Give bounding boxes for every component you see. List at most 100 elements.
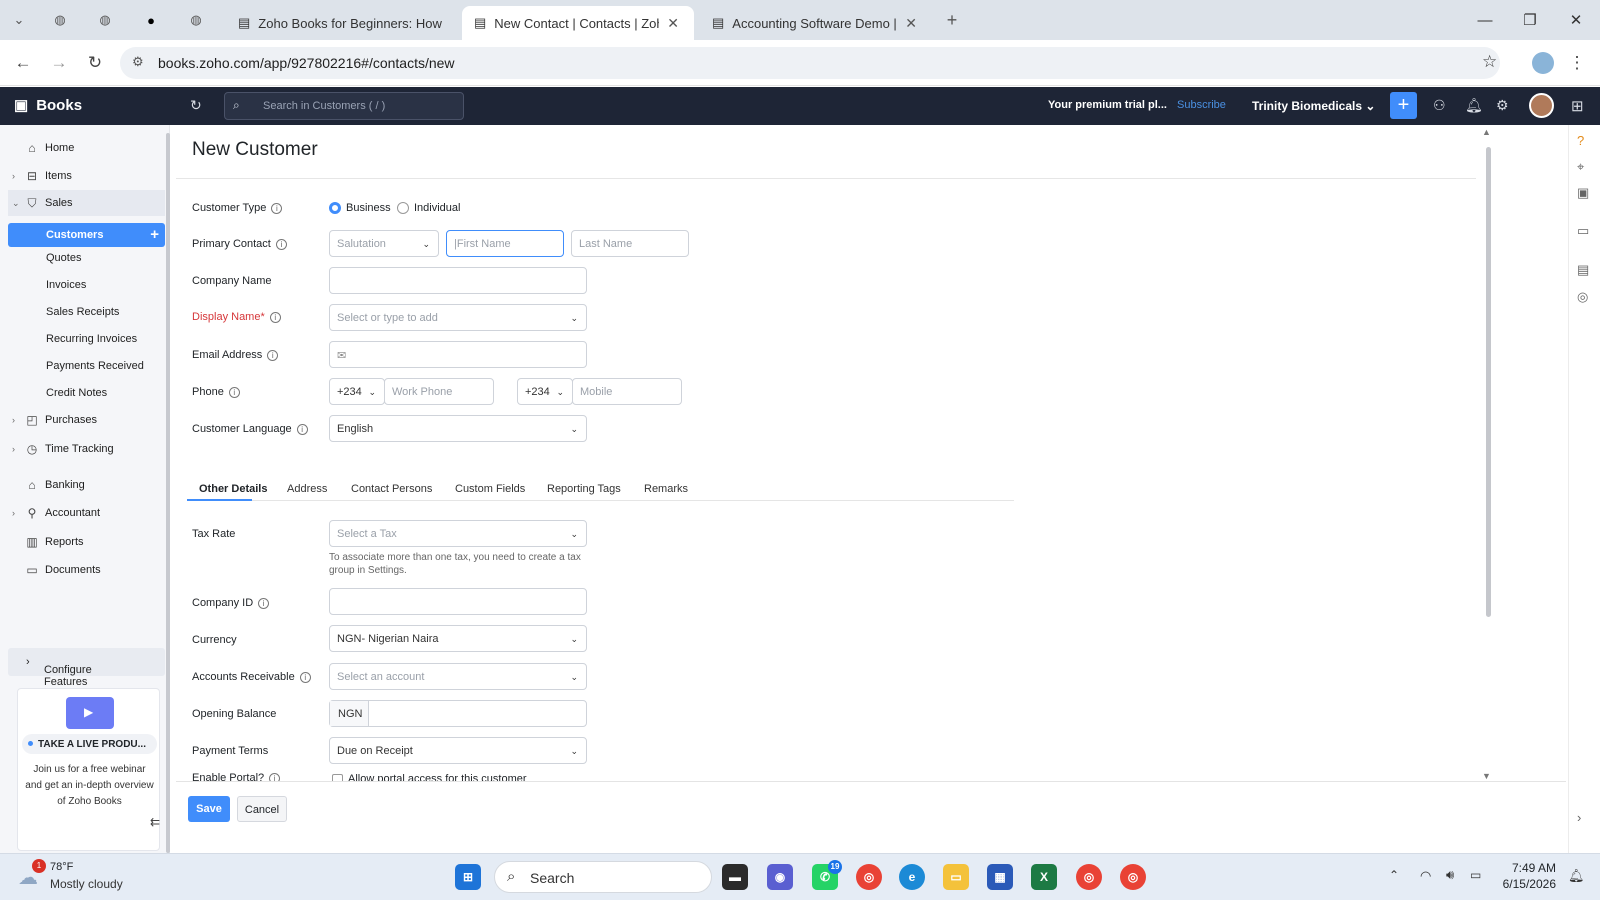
notification-bell-icon[interactable]: 🔔︎ <box>1568 868 1585 884</box>
pinned-tab-icon[interactable]: ● <box>141 10 161 30</box>
menu-icon[interactable]: ⋮ <box>1566 52 1588 74</box>
omnibox[interactable]: ⚙ books.zoho.com/app/927802216#/contacts… <box>120 47 1500 79</box>
sidebar-item-customers[interactable]: Customers + <box>8 223 165 247</box>
file-explorer-icon[interactable]: ▭ <box>943 864 969 890</box>
business-radio[interactable] <box>329 202 341 214</box>
display-name-select[interactable]: Select or type to add ⌄ <box>329 304 587 331</box>
configure-features-button[interactable]: Configure Features › <box>8 648 165 688</box>
sidebar-item-banking[interactable]: ⌂ Banking <box>0 472 165 498</box>
main-scrollbar[interactable] <box>1486 147 1491 617</box>
profile-avatar[interactable] <box>1532 52 1554 74</box>
tab-reporting-tags[interactable]: Reporting Tags <box>547 483 621 495</box>
mobile-input[interactable]: Mobile <box>572 378 682 405</box>
new-tab-icon[interactable]: + <box>942 10 962 30</box>
sidebar-item-accountant[interactable]: › ⚲ Accountant <box>0 500 165 526</box>
windows-start-icon[interactable]: ⊞ <box>455 864 481 890</box>
collapse-sidebar-icon[interactable]: ⇇ <box>150 815 160 829</box>
info-icon[interactable]: i <box>269 311 281 323</box>
pinned-tab-icon[interactable]: ◍ <box>50 10 70 30</box>
clock-time[interactable]: 7:49 AM <box>1504 861 1556 875</box>
pinned-tab-icon[interactable]: ◍ <box>186 10 206 30</box>
sidebar-scrollbar[interactable] <box>166 133 170 853</box>
chat-icon[interactable]: ▭ <box>1577 223 1589 239</box>
sidebar-item-purchases[interactable]: › ◰ Purchases <box>0 407 165 433</box>
weather-widget[interactable]: ☁ 1 <box>18 859 46 889</box>
bookmark-star-icon[interactable]: ☆ <box>1482 52 1497 72</box>
whatsapp-icon[interactable]: ✆ 19 <box>812 860 842 890</box>
chrome-icon[interactable]: ◎ <box>856 864 882 890</box>
expand-rail-icon[interactable]: › <box>1577 810 1581 825</box>
sidebar-item-time-tracking[interactable]: › ◷ Time Tracking <box>0 436 165 462</box>
reload-icon[interactable]: ↻ <box>84 52 106 74</box>
org-switcher[interactable]: Trinity Biomedicals ⌄ <box>1252 99 1375 113</box>
taskbar-search[interactable]: ⌕ Search <box>494 861 712 893</box>
store-icon[interactable]: ▦ <box>987 864 1013 890</box>
info-icon[interactable]: i <box>228 386 240 398</box>
quick-create-button[interactable]: + <box>1390 92 1417 119</box>
tab-contact-persons[interactable]: Contact Persons <box>351 483 432 495</box>
apps-grid-icon[interactable]: ⊞ <box>1571 97 1584 115</box>
volume-icon[interactable]: 🔊︎ <box>1446 867 1454 883</box>
company-name-input[interactable] <box>329 267 587 294</box>
browser-tab-active[interactable]: ▤ New Contact | Contacts | Zoho ✕ <box>462 6 694 40</box>
user-avatar[interactable] <box>1529 93 1554 118</box>
sidebar-item-payments-received[interactable]: Payments Received <box>46 360 144 372</box>
sidebar-item-sales-receipts[interactable]: Sales Receipts <box>46 306 119 318</box>
save-button[interactable]: Save <box>188 796 230 822</box>
sidebar-item-quotes[interactable]: Quotes <box>46 252 81 264</box>
clock-date[interactable]: 6/15/2026 <box>1494 877 1556 891</box>
notes-icon[interactable]: ▤ <box>1577 262 1589 278</box>
support-icon[interactable]: ◎ <box>1577 289 1588 305</box>
payment-terms-select[interactable]: Due on Receipt ⌄ <box>329 737 587 764</box>
tab-remarks[interactable]: Remarks <box>644 483 688 495</box>
presentation-icon[interactable]: ▣ <box>1577 185 1589 201</box>
tab-custom-fields[interactable]: Custom Fields <box>455 483 525 495</box>
tab-list-icon[interactable]: ⌄ <box>9 10 29 30</box>
forward-icon[interactable]: → <box>48 52 70 74</box>
edge-icon[interactable]: e <box>899 864 925 890</box>
restore-icon[interactable]: ❐ <box>1515 8 1545 32</box>
sidebar-item-items[interactable]: › ⊟ Items <box>0 163 165 189</box>
chevron-up-icon[interactable]: ⌃ <box>1389 868 1399 882</box>
task-view-icon[interactable]: ▬ <box>722 864 748 890</box>
sidebar-item-home[interactable]: ⌂ Home <box>0 135 165 161</box>
sidebar-item-invoices[interactable]: Invoices <box>46 279 86 291</box>
close-icon[interactable]: ✕ <box>905 15 917 32</box>
work-phone-code-select[interactable]: +234 ⌄ <box>329 378 385 405</box>
sidebar-item-documents[interactable]: ▭ Documents <box>0 557 165 583</box>
chrome-profile-icon[interactable]: ◎ <box>1076 864 1102 890</box>
info-icon[interactable]: i <box>258 597 270 609</box>
add-customer-icon[interactable]: + <box>150 226 159 243</box>
info-icon[interactable]: i <box>271 202 283 214</box>
company-id-input[interactable] <box>329 588 587 615</box>
subscribe-link[interactable]: Subscribe <box>1177 99 1226 111</box>
pinned-tab-icon[interactable]: ◍ <box>95 10 115 30</box>
language-select[interactable]: English ⌄ <box>329 415 587 442</box>
info-icon[interactable]: i <box>275 238 287 250</box>
recent-history-icon[interactable]: ↻ <box>190 97 202 114</box>
info-icon[interactable]: i <box>267 349 279 361</box>
minimize-icon[interactable]: — <box>1470 8 1500 32</box>
info-icon[interactable]: i <box>296 423 308 435</box>
close-icon[interactable]: ✕ <box>667 15 679 32</box>
promo-title[interactable]: TAKE A LIVE PRODU... <box>22 734 157 754</box>
mobile-code-select[interactable]: +234 ⌄ <box>517 378 573 405</box>
back-icon[interactable]: ← <box>12 52 34 74</box>
help-icon[interactable]: ? <box>1577 133 1584 148</box>
battery-icon[interactable]: ▭ <box>1470 868 1481 882</box>
work-phone-input[interactable]: Work Phone <box>384 378 494 405</box>
tab-other-details[interactable]: Other Details <box>199 483 267 495</box>
scroll-down-icon[interactable]: ▼ <box>1482 771 1491 781</box>
salutation-select[interactable]: Salutation ⌄ <box>329 230 439 257</box>
info-icon[interactable]: i <box>299 671 311 683</box>
tab-address[interactable]: Address <box>287 483 327 495</box>
email-input[interactable]: ✉ <box>329 341 587 368</box>
sidebar-item-reports[interactable]: ▥ Reports <box>0 529 165 555</box>
last-name-input[interactable]: Last Name <box>571 230 689 257</box>
teams-icon[interactable]: ◉ <box>767 864 793 890</box>
site-info-icon[interactable]: ⚙ <box>132 54 144 70</box>
opening-balance-input[interactable]: NGN <box>329 700 587 727</box>
excel-icon[interactable]: X <box>1031 864 1057 890</box>
sidebar-item-recurring-invoices[interactable]: Recurring Invoices <box>46 333 137 345</box>
search-input[interactable]: ⌕ Search in Customers ( / ) <box>224 92 464 120</box>
